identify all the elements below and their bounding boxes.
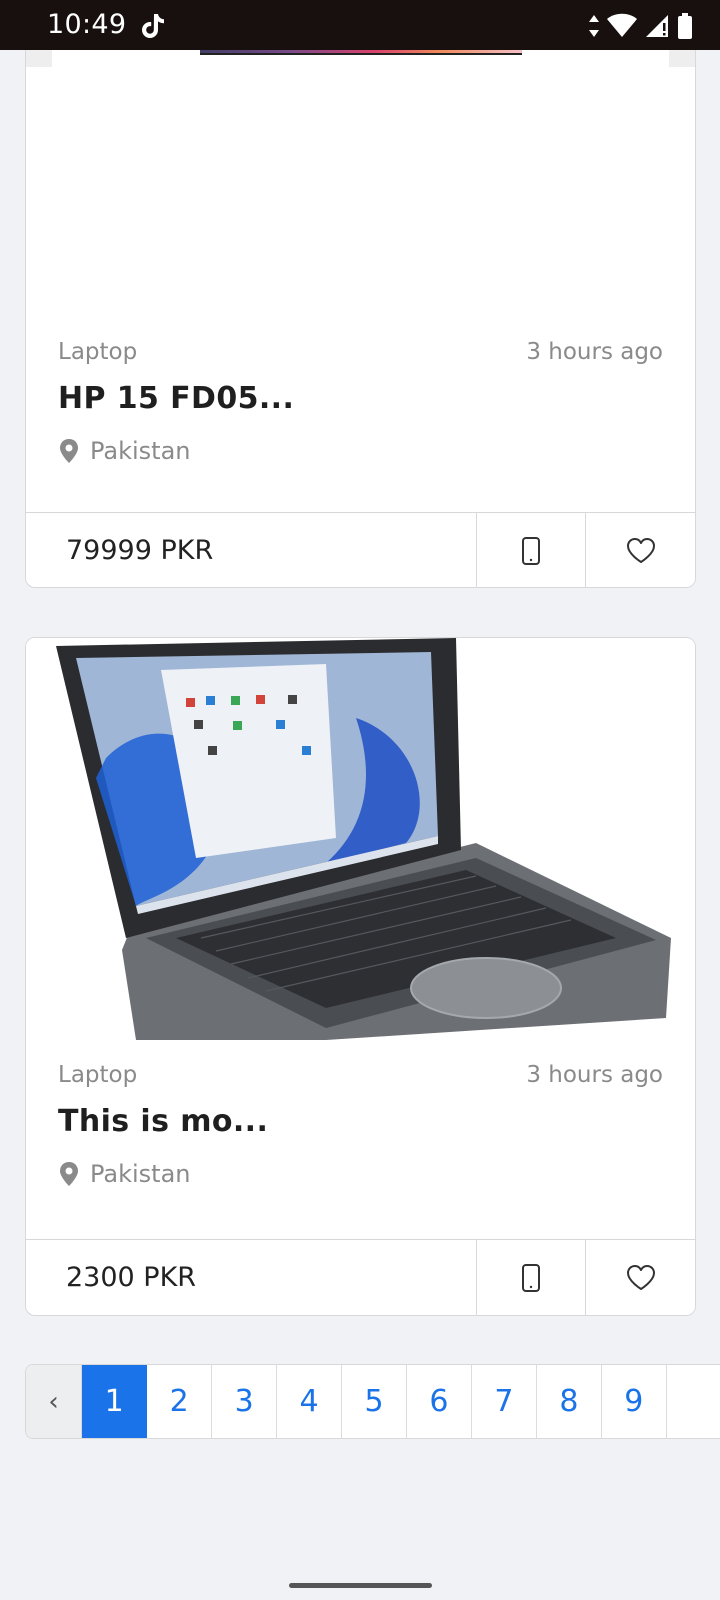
listing-image[interactable] xyxy=(26,638,695,1040)
pagination: ‹ 1 2 3 4 5 6 7 8 9 xyxy=(25,1364,720,1439)
page-button-next-partial[interactable] xyxy=(666,1365,720,1438)
page-button-7[interactable]: 7 xyxy=(471,1365,537,1438)
favorite-button[interactable] xyxy=(586,1240,695,1315)
listing-price: 2300 PKR xyxy=(26,1240,477,1315)
listing-category: Laptop xyxy=(58,339,138,365)
status-icons xyxy=(588,12,694,40)
call-button[interactable] xyxy=(477,1240,586,1315)
page-button-3[interactable]: 3 xyxy=(212,1365,278,1438)
wifi-icon xyxy=(607,13,637,37)
listing-card[interactable]: Laptop 3 hours ago This is mo... Pakista… xyxy=(25,637,696,1316)
laptop-image xyxy=(26,638,695,1040)
listing-time: 3 hours ago xyxy=(526,339,663,365)
listing-title[interactable]: HP 15 FD05... xyxy=(58,381,294,416)
page-button-2[interactable]: 2 xyxy=(147,1365,213,1438)
page-button-4[interactable]: 4 xyxy=(277,1365,343,1438)
page-button-5[interactable]: 5 xyxy=(342,1365,407,1438)
location-text: Pakistan xyxy=(90,437,191,465)
listing-title[interactable]: This is mo... xyxy=(58,1104,268,1139)
listing-time: 3 hours ago xyxy=(526,1062,663,1088)
page-button-8[interactable]: 8 xyxy=(536,1365,602,1438)
status-bar: 10:49 xyxy=(0,0,720,50)
listing-price: 79999 PKR xyxy=(26,513,477,587)
previous-page-button[interactable]: ‹ xyxy=(26,1365,83,1438)
gesture-navigation-bar[interactable] xyxy=(289,1583,432,1588)
call-button[interactable] xyxy=(477,513,586,587)
battery-icon xyxy=(678,13,692,39)
page-button-6[interactable]: 6 xyxy=(407,1365,472,1438)
page-button-1[interactable]: 1 xyxy=(82,1365,148,1438)
phone-icon xyxy=(522,1263,540,1292)
location-text: Pakistan xyxy=(90,1160,191,1188)
page-button-9[interactable]: 9 xyxy=(601,1365,667,1438)
listing-category: Laptop xyxy=(58,1062,138,1088)
status-time: 10:49 xyxy=(47,9,127,40)
listing-card[interactable]: Laptop 3 hours ago HP 15 FD05... Pakista… xyxy=(25,0,696,588)
heart-icon xyxy=(626,537,655,563)
listing-location: Pakistan xyxy=(58,1160,191,1188)
signal-icon xyxy=(646,15,668,37)
tiktok-icon xyxy=(142,14,164,38)
favorite-button[interactable] xyxy=(586,513,695,587)
price-row: 79999 PKR xyxy=(26,512,695,587)
location-pin-icon xyxy=(60,439,78,463)
phone-icon xyxy=(522,536,540,565)
data-arrows-icon xyxy=(589,15,599,37)
price-row: 2300 PKR xyxy=(26,1239,695,1315)
location-pin-icon xyxy=(60,1162,78,1186)
heart-icon xyxy=(626,1264,655,1290)
listing-location: Pakistan xyxy=(58,437,191,465)
